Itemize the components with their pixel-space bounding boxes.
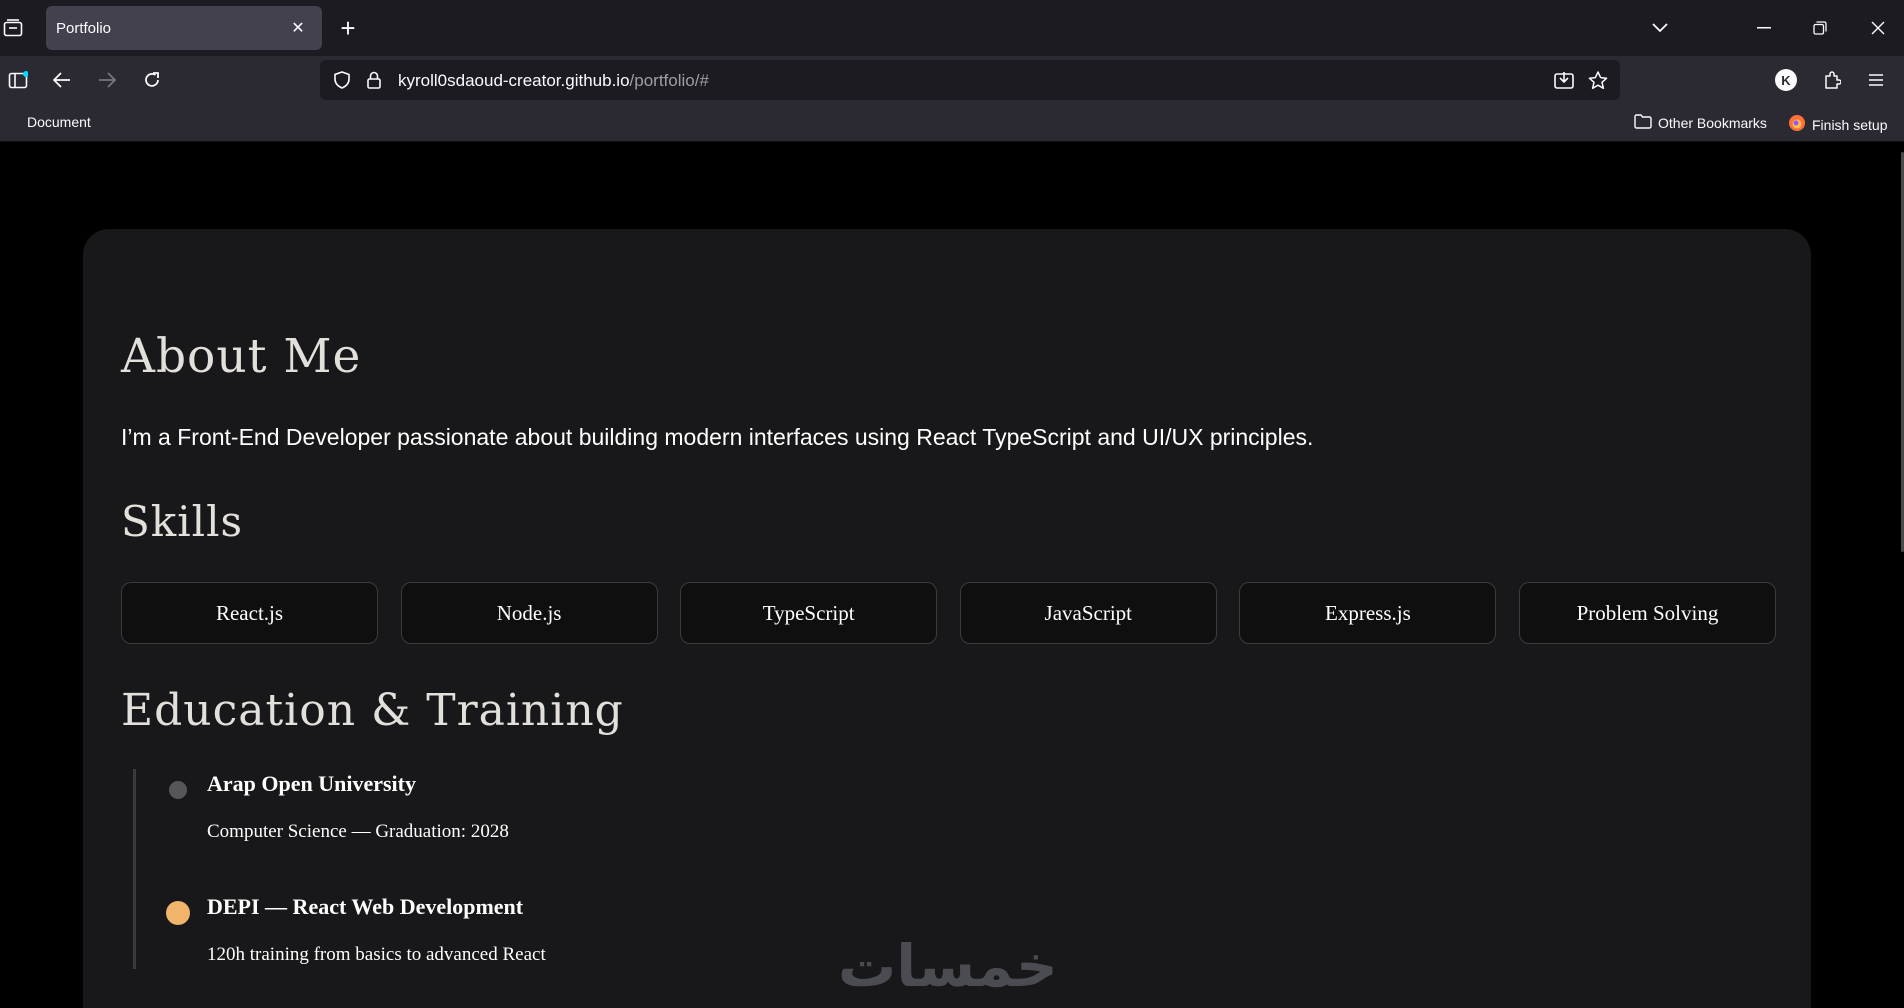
finish-setup[interactable]: Finish setup <box>1788 114 1887 135</box>
menu-icon[interactable] <box>1860 64 1892 96</box>
active-tab[interactable]: Portfolio ✕ <box>46 6 322 50</box>
about-text: I’m a Front-End Developer passionate abo… <box>121 424 1314 450</box>
bookmark-star-icon[interactable] <box>1582 64 1614 96</box>
navigation-bar: kyroll0sdaoud-creator.github.io/portfoli… <box>0 56 1904 104</box>
timeline-dot <box>166 901 190 925</box>
skill-chip: Node.js <box>400 582 658 644</box>
skills-heading: Skills <box>121 497 244 546</box>
back-icon[interactable] <box>46 64 78 96</box>
bookmarks-bar: Document Other Bookmarks Finish setup <box>0 104 1904 142</box>
bookmark-document[interactable]: Document <box>27 114 91 130</box>
firefox-icon <box>1788 114 1806 135</box>
other-bookmarks-label: Other Bookmarks <box>1658 115 1767 131</box>
tab-bar: Portfolio ✕ + <box>0 0 1904 56</box>
finish-setup-label: Finish setup <box>1812 116 1888 133</box>
bookmark-document-label: Document <box>27 114 91 130</box>
restore-icon[interactable] <box>1800 10 1840 46</box>
tab-list-icon[interactable] <box>0 12 26 44</box>
education-description: Computer Science — Graduation: 2028 <box>207 821 509 842</box>
skill-chip: JavaScript <box>959 582 1217 644</box>
skill-chip: TypeScript <box>680 582 938 644</box>
education-title: DEPI — React Web Development <box>207 894 524 919</box>
about-card: About Me I’m a Front-End Developer passi… <box>83 229 1811 1008</box>
other-bookmarks[interactable]: Other Bookmarks <box>1634 114 1767 132</box>
lock-icon[interactable] <box>358 64 390 96</box>
about-heading: About Me <box>121 329 362 384</box>
sidebar-icon[interactable] <box>2 64 34 96</box>
url-domain: kyroll0sdaoud-creator.github.io <box>398 71 630 90</box>
close-window-icon[interactable] <box>1858 10 1898 46</box>
close-tab-icon[interactable]: ✕ <box>288 18 308 38</box>
timeline-dot <box>169 781 187 799</box>
skill-chip: Express.js <box>1239 582 1497 644</box>
page-content: About Me I’m a Front-End Developer passi… <box>0 142 1904 1008</box>
reload-icon[interactable] <box>136 64 168 96</box>
skill-chip: Problem Solving <box>1518 582 1776 644</box>
minimize-icon[interactable] <box>1744 10 1784 46</box>
extensions-icon[interactable] <box>1816 64 1848 96</box>
new-tab-button[interactable]: + <box>332 12 364 44</box>
education-description: 120h training from basics to advanced Re… <box>207 944 546 965</box>
education-title: Arap Open University <box>207 771 416 796</box>
account-avatar[interactable]: K <box>1775 69 1797 91</box>
url-bar[interactable]: kyroll0sdaoud-creator.github.io/portfoli… <box>320 60 1620 100</box>
timeline-line <box>133 769 136 969</box>
education-heading: Education & Training <box>121 685 624 736</box>
folder-icon <box>1634 114 1652 132</box>
forward-icon[interactable] <box>91 64 123 96</box>
tab-title: Portfolio <box>56 19 112 37</box>
save-to-device-icon[interactable] <box>1548 64 1580 96</box>
url-path: /portfolio/# <box>629 71 709 90</box>
watermark-logo: خمسات <box>838 932 1058 1000</box>
url-text: kyroll0sdaoud-creator.github.io/portfoli… <box>398 71 709 91</box>
chevron-down-icon[interactable] <box>1640 10 1680 46</box>
skill-chip: React.js <box>121 582 378 644</box>
shield-icon[interactable] <box>326 64 358 96</box>
skills-list: React.js Node.js TypeScript JavaScript E… <box>121 582 1776 644</box>
